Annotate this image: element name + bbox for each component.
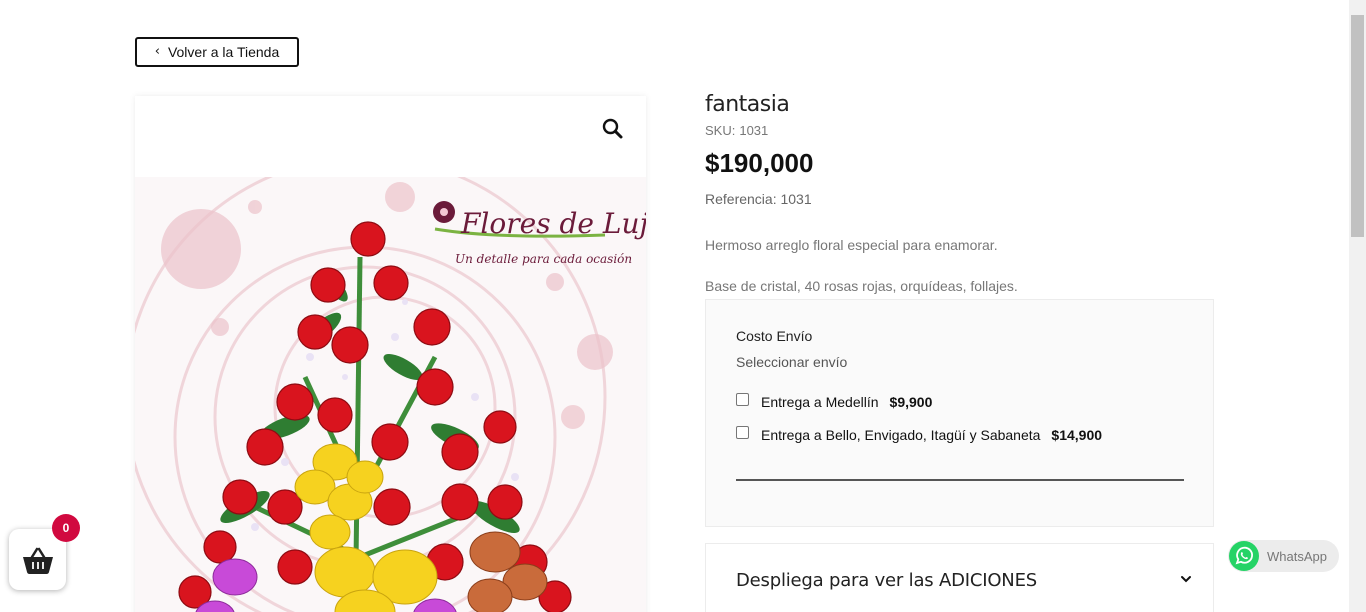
scrollbar-thumb[interactable] <box>1351 15 1364 237</box>
search-icon <box>602 118 623 139</box>
product-description-2: Base de cristal, 40 rosas rojas, orquíde… <box>705 278 1018 294</box>
sku-value: 1031 <box>739 123 769 138</box>
product-sku: SKU: 1031 <box>705 123 1215 138</box>
shipping-options-panel: Costo Envío Seleccionar envío Entrega a … <box>705 299 1214 527</box>
page-scrollbar[interactable] <box>1349 0 1366 612</box>
shipping-title: Costo Envío <box>736 328 813 344</box>
chevron-left-icon: ‹ <box>154 44 160 59</box>
shipping-option-price: $9,900 <box>889 394 933 410</box>
shipping-option-checkbox[interactable] <box>736 392 749 406</box>
cart-count-badge: 0 <box>52 514 80 542</box>
product-price: $190,000 <box>705 148 814 178</box>
svg-text:Flores de Lujo: Flores de Lujo <box>460 207 646 240</box>
shipping-option-area-metropolitana[interactable]: Entrega a Bello, Envigado, Itagüí y Saba… <box>736 425 1103 443</box>
addons-accordion[interactable]: Despliega para ver las ADICIONES <box>705 543 1214 612</box>
whatsapp-icon <box>1229 541 1259 571</box>
back-to-shop-button[interactable]: ‹ Volver a la Tienda <box>135 37 299 67</box>
shipping-subtitle: Seleccionar envío <box>736 354 848 370</box>
shipping-option-checkbox[interactable] <box>736 425 749 439</box>
product-title: fantasia <box>705 92 790 117</box>
zoom-button[interactable] <box>600 116 626 142</box>
back-button-label: Volver a la Tienda <box>167 44 280 60</box>
product-gallery: Flores de Lujo Un detalle para cada ocas… <box>135 96 646 612</box>
shipping-option-label: Entrega a Bello, Envigado, Itagüí y Saba… <box>761 427 1041 443</box>
shipping-option-price: $14,900 <box>1051 427 1103 443</box>
product-summary: fantasia SKU: 1031 $190,000 Referencia: 1… <box>705 92 1215 294</box>
flores-de-lujo-logo: Flores de Lujo Un detalle para cada ocas… <box>433 201 646 266</box>
shipping-option-label: Entrega a Medellín <box>761 394 879 410</box>
shipping-divider <box>736 479 1184 481</box>
whatsapp-label: WhatsApp <box>1267 548 1327 564</box>
chevron-down-icon <box>1181 576 1191 583</box>
svg-text:Un detalle para cada ocasión: Un detalle para cada ocasión <box>455 252 632 266</box>
product-reference: Referencia: 1031 <box>705 191 812 207</box>
sku-label: SKU: <box>705 123 736 138</box>
shipping-option-medellin[interactable]: Entrega a Medellín $9,900 <box>736 392 933 410</box>
basket-icon <box>22 547 53 574</box>
product-image[interactable]: Flores de Lujo Un detalle para cada ocas… <box>135 155 646 612</box>
product-description-1: Hermoso arreglo floral especial para ena… <box>705 237 998 253</box>
whatsapp-chat-button[interactable]: WhatsApp <box>1228 540 1339 572</box>
addons-accordion-label: Despliega para ver las ADICIONES <box>736 570 1037 591</box>
